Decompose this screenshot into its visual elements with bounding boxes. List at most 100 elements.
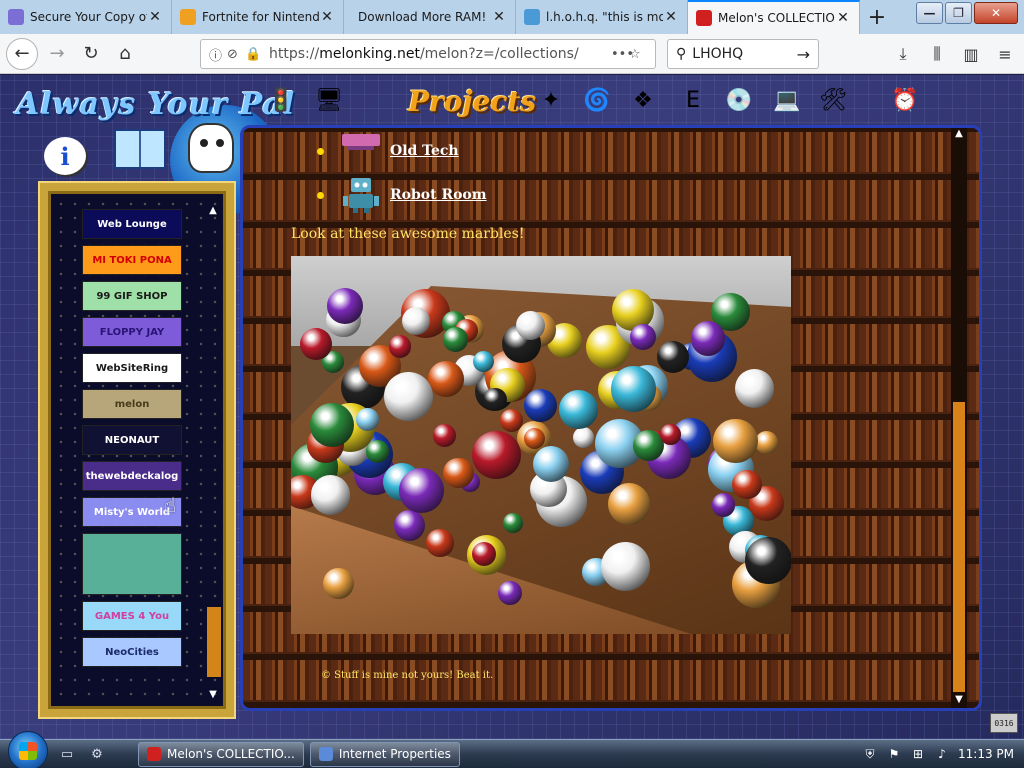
scroll-down-arrow-icon[interactable]: ▼ — [951, 694, 967, 708]
menu-icon[interactable]: ≡ — [992, 39, 1018, 69]
marble — [443, 327, 469, 353]
sidebar-item[interactable]: thewebdeckalog — [82, 461, 182, 491]
computer-icon[interactable]: 💻 — [770, 83, 804, 117]
sidebar-item[interactable]: 99 GIF SHOP — [82, 281, 182, 311]
sidebar-item[interactable]: GAMES 4 You — [82, 601, 182, 631]
tab-download-ram[interactable]: Download More RAM! ✕ — [344, 0, 516, 34]
top-navigation: Projects 🚦 🖥 ✦ 🌀 ❖ E 💿 💻 🛠 ⏰ — [264, 81, 944, 119]
firefox-icon — [147, 747, 161, 761]
marble — [310, 475, 351, 515]
close-tab-icon[interactable]: ✕ — [835, 10, 851, 26]
sidebar-item[interactable]: FLOPPY JAY — [82, 317, 182, 347]
toolbar-icons: ⤓ ⫼ ▥ ≡ — [890, 39, 1018, 69]
tools-icon[interactable]: 🛠 — [816, 83, 850, 117]
sidebar-toggle-icon[interactable]: ▥ — [958, 39, 984, 69]
marble — [443, 457, 475, 489]
quicklaunch-icon[interactable]: ⚙ — [86, 743, 108, 765]
close-tab-icon[interactable]: ✕ — [319, 9, 335, 25]
new-tab-button[interactable]: + — [860, 0, 894, 34]
info-bubble-icon[interactable]: i — [44, 137, 86, 175]
mascot-icon[interactable] — [188, 123, 234, 173]
downloads-icon[interactable]: ⤓ — [890, 39, 916, 69]
sidebar-scrollbar[interactable]: ▲ ▼ — [206, 205, 221, 701]
disc-icon[interactable]: 💿 — [722, 83, 756, 117]
back-button[interactable]: ← — [6, 37, 38, 70]
lock-icon[interactable]: 🔒 — [245, 47, 263, 62]
sidebar-item[interactable]: melon — [82, 389, 182, 419]
bookmark-star-icon[interactable]: ☆ — [629, 47, 647, 62]
scroll-up-arrow-icon[interactable]: ▲ — [206, 205, 220, 217]
sidebar-item[interactable]: Web Lounge — [82, 209, 182, 239]
taskbar-item-internet-properties[interactable]: Internet Properties — [309, 741, 460, 767]
sidebar-scroll-thumb[interactable] — [207, 607, 221, 677]
close-tab-icon[interactable]: ✕ — [147, 9, 163, 25]
tab-melons-collection[interactable]: Melon's COLLECTION ✕ — [688, 0, 860, 34]
scroll-up-arrow-icon[interactable]: ▲ — [951, 128, 967, 142]
marble — [611, 366, 657, 412]
maximize-button[interactable]: ❐ — [945, 2, 972, 24]
sidebar-item[interactable]: MI TOKI PONA — [82, 245, 182, 275]
search-bar[interactable]: ⚲ LHOHQ → — [667, 39, 819, 69]
tracking-icon[interactable]: ⊘ — [227, 47, 245, 62]
marble — [656, 340, 689, 374]
url-bar[interactable]: ⓘ ⊘ 🔒 https://melonking.net/melon?z=/col… — [200, 39, 656, 69]
letter-e-icon[interactable]: E — [676, 83, 710, 117]
sidebar-item[interactable]: NeoCities — [82, 637, 182, 667]
network-icon[interactable]: ⊞ — [910, 746, 926, 762]
star-icon[interactable]: ✦ — [534, 83, 568, 117]
tab-favicon-icon — [696, 10, 712, 26]
sidebar-item[interactable]: NEONAUT — [82, 425, 182, 455]
clock[interactable]: 11:13 PM — [958, 747, 1014, 761]
site-logo[interactable]: Always Your Pal — [16, 87, 295, 122]
tab-lhohq[interactable]: l.h.o.h.q. "this is mor ✕ — [516, 0, 688, 34]
page-actions-icon[interactable]: ••• — [611, 47, 634, 62]
marble — [499, 408, 523, 432]
shield-icon[interactable]: ⛨ — [862, 746, 878, 762]
taskbar-item-label: Internet Properties — [338, 747, 451, 761]
tab-secure-copy[interactable]: Secure Your Copy of ✕ — [0, 0, 172, 34]
marble — [601, 541, 651, 591]
marble — [398, 468, 444, 514]
content-scroll-thumb[interactable] — [953, 402, 965, 692]
monitor-icon[interactable]: 🖥 — [312, 83, 346, 117]
volume-icon[interactable]: ♪ — [934, 746, 950, 762]
old-tech-link[interactable]: Old Tech — [390, 143, 459, 159]
info-icon[interactable]: ⓘ — [209, 45, 227, 64]
projects-title[interactable]: Projects — [408, 85, 536, 118]
hit-counter-badge[interactable]: 0316 — [990, 713, 1018, 733]
book-icon[interactable] — [114, 129, 166, 169]
url-text[interactable]: https://melonking.net/melon?z=/collectio… — [263, 46, 611, 62]
reload-button[interactable]: ↻ — [76, 39, 106, 69]
close-tab-icon[interactable]: ✕ — [663, 9, 679, 25]
search-go-icon[interactable]: → — [797, 45, 810, 64]
minimize-button[interactable]: — — [916, 2, 943, 24]
marble — [572, 427, 594, 449]
forward-button[interactable]: → — [42, 39, 72, 69]
close-tab-icon[interactable]: ✕ — [491, 9, 507, 25]
content-scrollbar[interactable]: ▲ ▼ — [951, 128, 967, 708]
clock-icon[interactable]: ⏰ — [888, 83, 922, 117]
gem-icon[interactable]: ❖ — [626, 83, 660, 117]
flag-icon[interactable]: ⚑ — [886, 746, 902, 762]
marble — [428, 361, 464, 397]
robot-room-link[interactable]: Robot Room — [390, 187, 487, 203]
marble — [497, 580, 522, 605]
tab-title: Secure Your Copy of — [30, 10, 147, 24]
search-input[interactable]: LHOHQ — [686, 46, 743, 62]
sidebar-item[interactable] — [82, 533, 182, 595]
home-button[interactable]: ⌂ — [110, 39, 140, 69]
traffic-light-icon[interactable]: 🚦 — [264, 83, 298, 117]
marble — [711, 492, 736, 517]
show-desktop-icon[interactable]: ▭ — [56, 743, 78, 765]
windows-logo-icon — [19, 742, 37, 760]
taskbar-item-melons-collection[interactable]: Melon's COLLECTIO... — [138, 741, 304, 767]
marble — [745, 537, 791, 584]
close-window-button[interactable]: ✕ — [974, 2, 1018, 24]
spiral-icon[interactable]: 🌀 — [580, 83, 614, 117]
sidebar-item[interactable]: WebSiteRing — [82, 353, 182, 383]
library-icon[interactable]: ⫼ — [924, 39, 950, 69]
scroll-down-arrow-icon[interactable]: ▼ — [206, 689, 220, 701]
start-button[interactable] — [8, 731, 48, 768]
copyright-notice: © Stuff is mine not yours! Beat it. — [321, 670, 494, 681]
tab-fortnite[interactable]: Fortnite for Nintendo ✕ — [172, 0, 344, 34]
